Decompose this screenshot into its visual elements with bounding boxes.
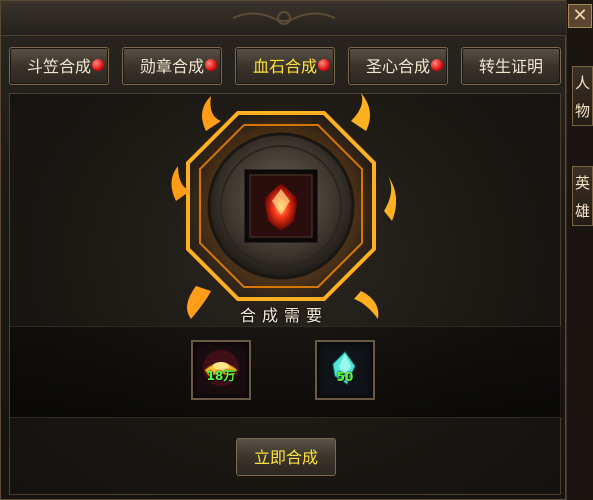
notification-dot-icon <box>431 59 443 71</box>
tab-shengxin[interactable]: 圣心合成 <box>348 47 448 85</box>
header-ornament-icon <box>232 11 336 25</box>
side-tab-hero[interactable]: 英雄 <box>572 166 593 226</box>
tab-zhuansheng[interactable]: 转生证明 <box>461 47 561 85</box>
craft-now-button[interactable]: 立即合成 <box>236 438 336 476</box>
tab-label: 转生证明 <box>478 57 543 76</box>
tab-label: 勋章合成 <box>139 57 204 76</box>
tab-xunzhang[interactable]: 勋章合成 <box>122 47 222 85</box>
side-tab-character[interactable]: 人物 <box>572 66 593 126</box>
composition-panel: 斗笠合成 勋章合成 血石合成 圣心合成 转生证明 合成需要 18万 50 立即合… <box>0 0 567 500</box>
panel-header <box>1 1 567 36</box>
material-count: 50 <box>336 370 354 384</box>
tab-xueshi[interactable]: 血石合成 <box>235 47 335 85</box>
requirement-band <box>10 326 562 418</box>
notification-dot-icon <box>92 59 104 71</box>
tab-douli[interactable]: 斗笠合成 <box>9 47 109 85</box>
material-slot-crystal[interactable]: 50 <box>315 340 375 400</box>
notification-dot-icon <box>318 59 330 71</box>
material-count: 18万 <box>206 369 236 383</box>
close-icon[interactable]: ✕ <box>568 4 592 28</box>
tab-bar: 斗笠合成 勋章合成 血石合成 圣心合成 转生证明 <box>9 47 561 87</box>
requirement-label: 合成需要 <box>239 306 328 325</box>
tab-label: 圣心合成 <box>365 57 430 76</box>
tab-label: 斗笠合成 <box>26 57 91 76</box>
notification-dot-icon <box>205 59 217 71</box>
material-slot-gold[interactable]: 18万 <box>191 340 251 400</box>
tab-label: 血石合成 <box>252 57 317 76</box>
target-item-frame[interactable] <box>166 91 396 321</box>
